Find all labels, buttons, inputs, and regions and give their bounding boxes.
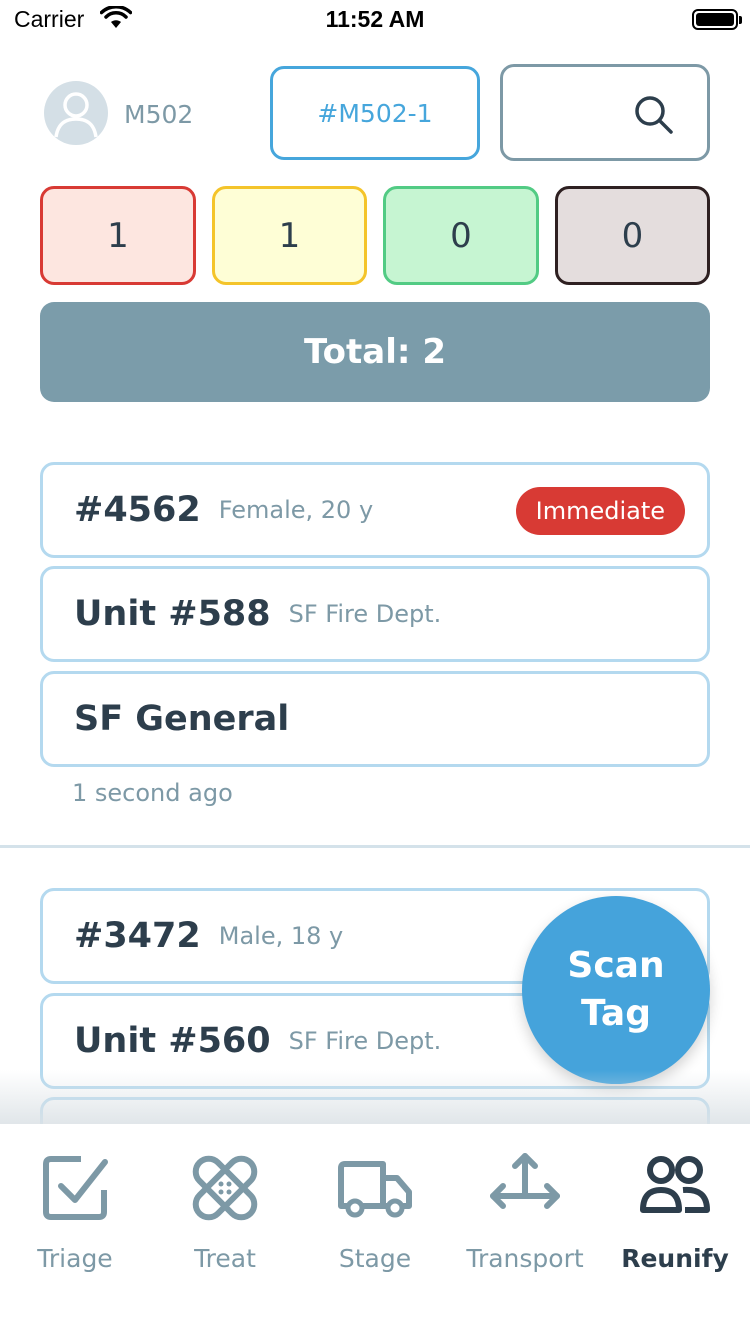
arrows-icon <box>490 1153 560 1209</box>
tabbar-shadow <box>0 1070 750 1126</box>
tab-treat[interactable]: Treat <box>150 1124 300 1294</box>
hospital-label: SF General <box>74 699 290 739</box>
updated-timestamp: 1 second ago <box>72 779 233 807</box>
total-button[interactable]: Total: 2 <box>40 302 710 402</box>
search-icon <box>635 96 673 134</box>
agency-label: SF Fire Dept. <box>288 1027 442 1055</box>
tab-label: Transport <box>466 1244 584 1273</box>
avatar[interactable] <box>44 81 108 145</box>
patient-tag: #4562 <box>74 490 201 530</box>
unit-button[interactable]: #M502-1 <box>270 66 480 160</box>
priority-badge: Immediate <box>515 487 685 535</box>
clock: 11:52 AM <box>325 6 425 32</box>
people-icon <box>640 1156 710 1213</box>
patient-card-unit[interactable]: Unit #588 SF Fire Dept. <box>40 566 710 662</box>
scan-tag-line2: Tag <box>581 993 651 1034</box>
expectant-counter[interactable]: 0 <box>555 186 710 285</box>
patient-info: Female, 20 y <box>218 496 374 524</box>
tab-label: Stage <box>338 1244 412 1273</box>
tab-label: Reunify <box>621 1244 729 1273</box>
agency-label: SF Fire Dept. <box>288 600 442 628</box>
delayed-counter[interactable]: 1 <box>212 186 367 285</box>
tab-label: Treat <box>194 1244 256 1273</box>
divider <box>0 845 750 848</box>
patient-card-hospital[interactable]: SF General <box>40 671 710 767</box>
scan-tag-button[interactable]: Scan Tag <box>522 896 710 1084</box>
tab-transport[interactable]: Transport <box>450 1124 600 1294</box>
immediate-counter[interactable]: 1 <box>40 186 196 285</box>
unit-label: Unit #588 <box>74 594 271 634</box>
user-icon <box>54 92 98 138</box>
status-bar: Carrier 11:52 AM <box>0 0 750 40</box>
unit-label: Unit #560 <box>74 1021 271 1061</box>
patient-tag: #3472 <box>74 916 201 956</box>
user-id-label: M502 <box>124 100 194 129</box>
tab-label: Triage <box>37 1244 113 1273</box>
minor-counter[interactable]: 0 <box>383 186 539 285</box>
battery-icon <box>692 9 742 30</box>
tab-bar: Triage Treat Stage Transport Reunify <box>0 1124 750 1334</box>
search-button[interactable] <box>500 64 710 161</box>
tab-triage[interactable]: Triage <box>0 1124 150 1294</box>
patient-card-tag[interactable]: #4562 Female, 20 y Immediate <box>40 462 710 558</box>
patient-info: Male, 18 y <box>218 922 344 950</box>
truck-icon <box>338 1161 412 1218</box>
checkbox-icon <box>43 1156 108 1220</box>
tab-stage[interactable]: Stage <box>300 1124 450 1294</box>
bandage-icon <box>192 1155 258 1221</box>
tab-reunify[interactable]: Reunify <box>600 1124 750 1294</box>
scan-tag-line1: Scan <box>567 945 665 986</box>
